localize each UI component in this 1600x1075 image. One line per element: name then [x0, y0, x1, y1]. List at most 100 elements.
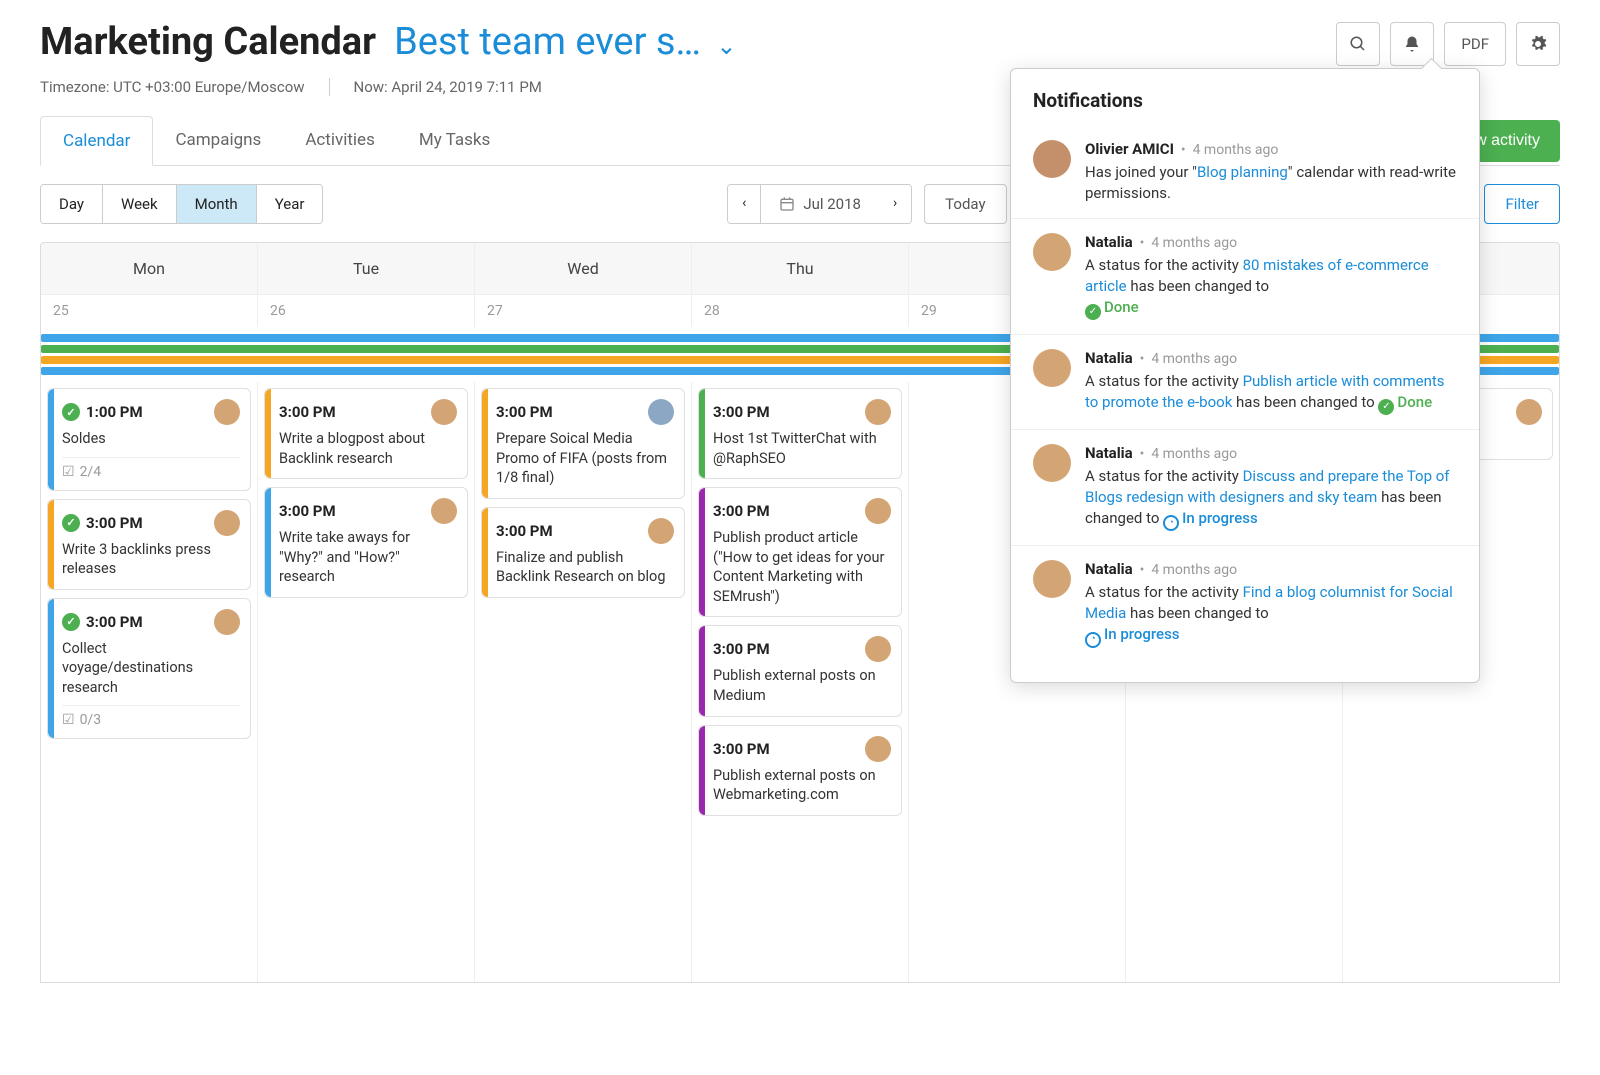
notification-link[interactable]: Discuss and prepare the Top of Blogs red… — [1085, 467, 1450, 506]
settings-button[interactable] — [1516, 22, 1560, 66]
card-title: Publish product article ("How to get ide… — [713, 528, 891, 606]
separator — [329, 78, 330, 96]
avatar — [431, 498, 457, 524]
today-button[interactable]: Today — [924, 184, 1006, 224]
view-week[interactable]: Week — [103, 185, 177, 223]
avatar — [865, 498, 891, 524]
avatar — [648, 399, 674, 425]
notification-user: Olivier AMICI — [1085, 140, 1174, 158]
card-title: Prepare Soical Media Promo of FIFA (post… — [496, 429, 674, 488]
avatar — [1516, 399, 1542, 425]
day-header: Wed — [475, 243, 692, 294]
notification-item[interactable]: Natalia • 4 months ago A status for the … — [1011, 335, 1479, 430]
view-year[interactable]: Year — [257, 185, 323, 223]
date-cell[interactable]: 25 — [41, 294, 258, 327]
card-time: 3:00 PM — [279, 502, 336, 520]
tab-campaigns[interactable]: Campaigns — [153, 116, 283, 165]
notifications-button[interactable] — [1390, 22, 1434, 66]
card-title: Write 3 backlinks press releases — [62, 540, 240, 579]
notification-item[interactable]: Natalia • 4 months ago A status for the … — [1011, 430, 1479, 546]
avatar — [214, 399, 240, 425]
notification-item[interactable]: Natalia • 4 months ago A status for the … — [1011, 546, 1479, 661]
date-cell[interactable]: 26 — [258, 294, 475, 327]
chevron-left-icon: ‹ — [742, 195, 746, 211]
notification-link[interactable]: Blog planning — [1197, 163, 1288, 181]
checklist-icon: ☑ — [62, 712, 75, 728]
notifications-panel: Notifications Olivier AMICI • 4 months a… — [1010, 68, 1480, 683]
prev-button[interactable]: ‹ — [728, 185, 761, 223]
search-button[interactable] — [1336, 22, 1380, 66]
avatar — [214, 510, 240, 536]
activity-card[interactable]: ✓3:00 PM Write 3 backlinks press release… — [47, 499, 251, 590]
notification-item[interactable]: Natalia • 4 months ago A status for the … — [1011, 219, 1479, 335]
date-picker[interactable]: Jul 2018 — [761, 185, 879, 223]
avatar — [1033, 349, 1071, 387]
activity-card[interactable]: ✓3:00 PM Collect voyage/destinations res… — [47, 598, 251, 740]
avatar — [1033, 233, 1071, 271]
status-icon: ◔ — [1085, 632, 1101, 648]
gear-icon — [1529, 35, 1547, 53]
notification-time: • 4 months ago — [1136, 562, 1237, 578]
card-time: 1:00 PM — [86, 403, 143, 421]
checklist-icon: ☑ — [62, 464, 75, 480]
notification-time: • 4 months ago — [1177, 142, 1278, 158]
activity-card[interactable]: 3:00 PM Prepare Soical Media Promo of FI… — [481, 388, 685, 499]
notifications-title: Notifications — [1011, 89, 1479, 126]
day-header: Tue — [258, 243, 475, 294]
avatar — [865, 399, 891, 425]
avatar — [1033, 444, 1071, 482]
status-label: In progress — [1182, 509, 1258, 527]
view-day[interactable]: Day — [41, 185, 103, 223]
chevron-right-icon: › — [893, 195, 897, 211]
day-header: Thu — [692, 243, 909, 294]
avatar — [431, 399, 457, 425]
notification-item[interactable]: Olivier AMICI • 4 months ago Has joined … — [1011, 126, 1479, 219]
notification-text: A status for the activity 80 mistakes of… — [1085, 255, 1457, 320]
pdf-button[interactable]: PDF — [1444, 22, 1506, 66]
notification-user: Natalia — [1085, 349, 1133, 367]
status-label: Done — [1397, 393, 1432, 411]
activity-card[interactable]: ✓1:00 PM Soldes ☑ 2/4 — [47, 388, 251, 491]
notification-user: Natalia — [1085, 233, 1133, 251]
status-label: In progress — [1104, 625, 1180, 643]
card-title: Finalize and publish Backlink Research o… — [496, 548, 674, 587]
date-cell[interactable]: 27 — [475, 294, 692, 327]
check-icon: ✓ — [62, 403, 80, 421]
card-time: 3:00 PM — [279, 403, 336, 421]
avatar — [865, 736, 891, 762]
avatar — [648, 518, 674, 544]
chevron-down-icon: ⌄ — [716, 32, 736, 60]
tab-activities[interactable]: Activities — [283, 116, 397, 165]
card-time: 3:00 PM — [713, 403, 770, 421]
tab-mytasks[interactable]: My Tasks — [397, 116, 512, 165]
activity-card[interactable]: 3:00 PM Host 1st TwitterChat with @RaphS… — [698, 388, 902, 479]
notification-text: Has joined your "Blog planning" calendar… — [1085, 162, 1457, 204]
tab-calendar[interactable]: Calendar — [40, 116, 153, 166]
activity-card[interactable]: 3:00 PM Finalize and publish Backlink Re… — [481, 507, 685, 598]
card-time: 3:00 PM — [496, 522, 553, 540]
card-time: 3:00 PM — [86, 613, 143, 631]
date-cell[interactable]: 28 — [692, 294, 909, 327]
notification-link[interactable]: 80 mistakes of e-commerce article — [1085, 256, 1429, 295]
card-time: 3:00 PM — [496, 403, 553, 421]
notification-time: • 4 months ago — [1136, 446, 1237, 462]
activity-card[interactable]: 3:00 PM Publish product article ("How to… — [698, 487, 902, 617]
card-title: Write take aways for "Why?" and "How?" r… — [279, 528, 457, 587]
notification-time: • 4 months ago — [1136, 351, 1237, 367]
now-label: Now: April 24, 2019 7:11 PM — [354, 78, 542, 96]
filter-button[interactable]: Filter — [1484, 184, 1560, 224]
page-title: Marketing Calendar — [40, 20, 376, 64]
team-selector[interactable]: Best team ever s… ⌄ — [394, 20, 736, 64]
activity-card[interactable]: 3:00 PM Write take aways for "Why?" and … — [264, 487, 468, 598]
calendar-column: ✓1:00 PM Soldes ☑ 2/4 ✓3:00 PM Write 3 b… — [41, 382, 258, 982]
activity-card[interactable]: 3:00 PM Publish external posts on Webmar… — [698, 725, 902, 816]
notification-user: Natalia — [1085, 560, 1133, 578]
activity-card[interactable]: 3:00 PM Publish external posts on Medium — [698, 625, 902, 716]
notification-link[interactable]: Find a blog columnist for Social Media — [1085, 583, 1453, 622]
notification-text: A status for the activity Discuss and pr… — [1085, 466, 1457, 531]
next-button[interactable]: › — [879, 185, 911, 223]
view-month[interactable]: Month — [177, 185, 257, 223]
activity-card[interactable]: 3:00 PM Write a blogpost about Backlink … — [264, 388, 468, 479]
view-range-group: Day Week Month Year — [40, 184, 323, 224]
card-title: Publish external posts on Medium — [713, 666, 891, 705]
